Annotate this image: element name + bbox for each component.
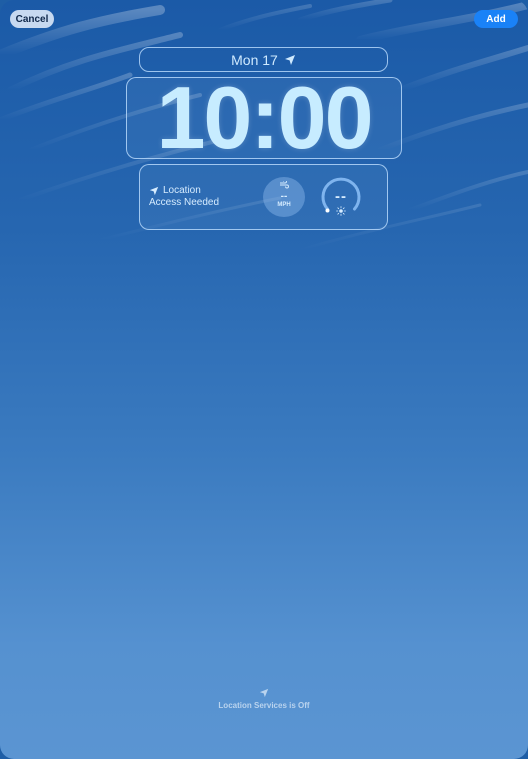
location-subtitle: Access Needed [149,197,220,208]
uv-value: -- [335,188,347,205]
location-arrow-icon [149,186,159,196]
location-arrow-icon [259,688,269,698]
clock-slot[interactable]: 10:00 [126,70,402,166]
time-display: 10:00 [156,68,373,167]
wind-value: -- [280,191,288,202]
location-arrow-icon [284,54,295,65]
widgets-slot[interactable]: Location Access Needed -- MPH -- [139,164,388,230]
location-title: Location [163,185,201,196]
location-widget[interactable]: Location Access Needed [149,185,249,209]
cancel-button[interactable]: Cancel [10,10,54,28]
add-button[interactable]: Add [474,10,518,28]
location-services-text: Location Services is Off [218,701,310,710]
sun-icon [336,206,346,216]
date-text: Mon 17 [231,51,278,68]
wind-widget[interactable]: -- MPH [263,177,305,217]
lock-screen-editor: Cancel Add Mon 17 10:00 Location Access … [0,0,528,759]
wind-icon [280,181,289,189]
wind-unit: MPH [277,202,291,208]
uv-widget[interactable]: -- [319,176,363,220]
location-services-notice: Location Services is Off [0,688,528,710]
